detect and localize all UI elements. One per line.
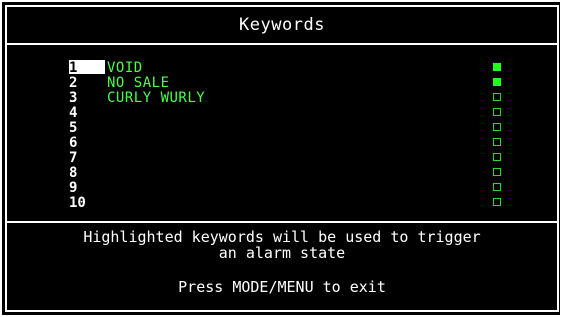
keyword-label: CURLY WURLY (107, 90, 206, 106)
keyword-number: 5 (69, 120, 78, 136)
keyword-label: NO SALE (107, 75, 170, 91)
keyword-number: 7 (69, 150, 78, 166)
keyword-number: 2 (69, 75, 78, 91)
highlight-indicator (493, 138, 501, 146)
keyword-list: 1 VOID 2 NO SALE 3 CURLY WURLY 4 5 6 7 8… (7, 45, 557, 223)
keyword-row-4[interactable]: 4 (7, 105, 557, 121)
keyword-number: 6 (69, 135, 78, 151)
keyword-row-9[interactable]: 9 (7, 180, 557, 196)
keyword-number: 9 (69, 180, 78, 196)
highlight-indicator (493, 93, 501, 101)
page-title: Keywords (7, 7, 557, 45)
keyword-label: VOID (107, 60, 143, 76)
keyword-number: 8 (69, 165, 78, 181)
help-message-line-1: Highlighted keywords will be used to tri… (83, 228, 481, 246)
highlight-indicator (493, 63, 501, 71)
highlight-indicator (493, 108, 501, 116)
keyword-row-1[interactable]: 1 VOID (7, 60, 557, 76)
keyword-row-6[interactable]: 6 (7, 135, 557, 151)
keyword-number: 10 (69, 195, 86, 211)
highlight-indicator (493, 123, 501, 131)
keyword-row-5[interactable]: 5 (7, 120, 557, 136)
highlight-indicator (493, 183, 501, 191)
keywords-screen: Keywords 1 VOID 2 NO SALE 3 CURLY WURLY … (0, 0, 562, 317)
keyword-row-2[interactable]: 2 NO SALE (7, 75, 557, 91)
exit-hint: Press MODE/MENU to exit (178, 278, 386, 296)
keyword-number: 4 (69, 105, 78, 121)
help-message: Highlighted keywords will be used to tri… (7, 229, 557, 261)
keyword-number: 3 (69, 90, 78, 106)
highlight-indicator (493, 153, 501, 161)
screen-frame: Keywords 1 VOID 2 NO SALE 3 CURLY WURLY … (5, 5, 559, 312)
keyword-row-3[interactable]: 3 CURLY WURLY (7, 90, 557, 106)
highlight-indicator (493, 78, 501, 86)
keyword-row-10[interactable]: 10 (7, 195, 557, 211)
highlight-indicator (493, 198, 501, 206)
highlight-indicator (493, 168, 501, 176)
keyword-row-8[interactable]: 8 (7, 165, 557, 181)
help-message-line-2: an alarm state (218, 244, 346, 262)
keyword-row-7[interactable]: 7 (7, 150, 557, 166)
keyword-number: 1 (69, 60, 105, 76)
